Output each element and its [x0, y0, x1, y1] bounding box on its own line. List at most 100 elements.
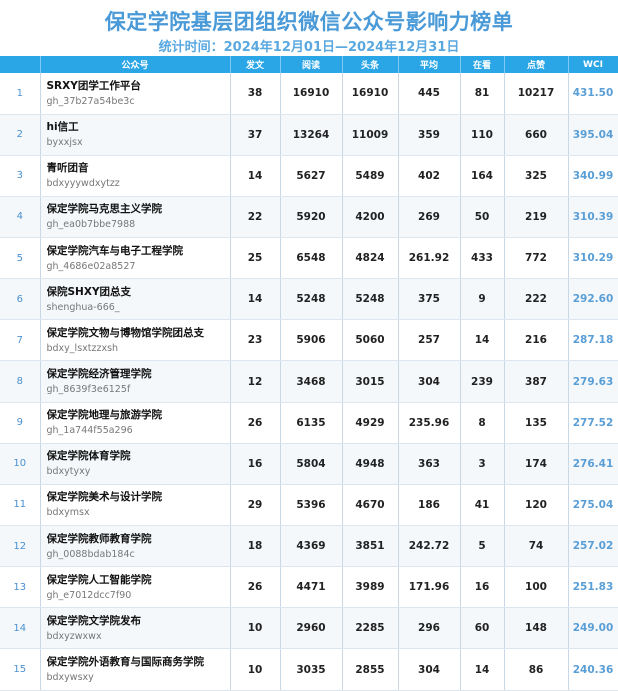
reads-cell: 6135 [280, 402, 343, 444]
account-id: gh_37b27a54be3c [46, 95, 135, 107]
average-cell: 257 [398, 319, 461, 362]
wci-cell: 310.29 [568, 237, 618, 280]
account-name: 青听团音 [46, 162, 89, 175]
rank-cell: 4 [0, 196, 41, 239]
header-reads: 阅读 [280, 56, 343, 73]
account-cell: 保院SHXY团总支 shenghua-666_ [40, 278, 231, 321]
headline-cell: 4670 [342, 484, 399, 527]
account-id: bdxytyxy [46, 466, 91, 478]
likes-cell: 387 [504, 360, 569, 403]
likes-cell: 120 [504, 484, 569, 527]
likes-cell: 219 [504, 196, 569, 239]
page-title: 保定学院基层团组织微信公众号影响力榜单 [104, 10, 514, 34]
watching-cell: 110 [460, 114, 505, 156]
average-cell: 445 [398, 73, 461, 115]
account-id: gh_0088bdab184c [46, 548, 135, 560]
wci-cell: 251.83 [568, 566, 618, 609]
header-posts: 发文 [230, 56, 281, 73]
likes-cell: 222 [504, 278, 569, 321]
likes-cell: 86 [504, 648, 569, 691]
account-name: SRXY团学工作平台 [46, 79, 141, 92]
reads-cell: 3035 [280, 648, 343, 691]
account-name: 保定学院体育学院 [46, 450, 131, 463]
reads-cell: 2960 [280, 607, 343, 650]
account-id: gh_1a744f55a296 [46, 425, 133, 437]
watching-cell: 164 [460, 155, 505, 197]
likes-cell: 325 [504, 155, 569, 197]
account-id: bdxyzwxwx [46, 630, 102, 642]
account-name: 保定学院人工智能学院 [46, 573, 152, 586]
rank-cell: 7 [0, 319, 41, 362]
headline-cell: 11009 [342, 114, 399, 156]
table-row: 4 保定学院马克思主义学院 gh_ea0b7bbe7988 22 5920 4200 269… [0, 196, 618, 239]
reads-cell: 5920 [280, 196, 343, 239]
watching-cell: 14 [460, 319, 505, 362]
wci-cell: 249.00 [568, 607, 618, 650]
average-cell: 304 [398, 648, 461, 691]
rank-cell: 10 [0, 443, 41, 485]
reads-cell: 4471 [280, 566, 343, 609]
average-cell: 242.72 [398, 525, 461, 568]
average-cell: 261.92 [398, 237, 461, 280]
wci-cell: 287.18 [568, 319, 618, 362]
reads-cell: 5627 [280, 155, 343, 197]
headline-cell: 2855 [342, 648, 399, 691]
table-row: 14 保定学院文学院发布 bdxyzwxwx 10 2960 2285 296 60 148 24… [0, 607, 618, 650]
wci-cell: 292.60 [568, 278, 618, 321]
posts-cell: 38 [230, 73, 281, 115]
rank-cell: 14 [0, 607, 41, 650]
posts-cell: 25 [230, 237, 281, 280]
posts-cell: 26 [230, 402, 281, 444]
wci-cell: 240.36 [568, 648, 618, 691]
table-row: 8 保定学院经济管理学院 gh_8639f3e6125f 12 3468 3015 304 2… [0, 360, 618, 403]
headline-cell: 3851 [342, 525, 399, 568]
reads-cell: 3468 [280, 360, 343, 403]
likes-cell: 660 [504, 114, 569, 156]
average-cell: 402 [398, 155, 461, 197]
reads-cell: 5248 [280, 278, 343, 321]
account-name: 保定学院美术与设计学院 [46, 491, 163, 504]
account-id: byxxjsx [46, 137, 83, 149]
account-cell: 保定学院美术与设计学院 bdxymsx [40, 484, 231, 527]
watching-cell: 239 [460, 360, 505, 403]
account-cell: 保定学院马克思主义学院 gh_ea0b7bbe7988 [40, 196, 231, 239]
watching-cell: 60 [460, 607, 505, 650]
account-id: bdxymsx [46, 507, 90, 519]
posts-cell: 29 [230, 484, 281, 527]
headline-cell: 16910 [342, 73, 399, 115]
table-row: 9 保定学院地理与旅游学院 gh_1a744f55a296 26 6135 4929 235… [0, 402, 618, 444]
header-watching: 在看 [460, 56, 505, 73]
account-id: bdxywsxy [46, 672, 94, 684]
wci-cell: 310.39 [568, 196, 618, 239]
table-row: 3 青听团音 bdxyyywdxytzz 14 5627 5489 402 164 325 340… [0, 155, 618, 197]
headline-cell: 2285 [342, 607, 399, 650]
posts-cell: 18 [230, 525, 281, 568]
account-cell: hi信工 byxxjsx [40, 114, 231, 156]
posts-cell: 10 [230, 607, 281, 650]
header-wci: WCI [568, 56, 618, 73]
average-cell: 363 [398, 443, 461, 485]
rank-cell: 13 [0, 566, 41, 609]
account-name: 保定学院汽车与电子工程学院 [46, 244, 184, 257]
account-cell: 保定学院汽车与电子工程学院 gh_4686e02a8527 [40, 237, 231, 280]
wci-cell: 275.04 [568, 484, 618, 527]
average-cell: 171.96 [398, 566, 461, 609]
headline-cell: 4200 [342, 196, 399, 239]
posts-cell: 23 [230, 319, 281, 362]
headline-cell: 5060 [342, 319, 399, 362]
wci-cell: 277.52 [568, 402, 618, 444]
account-id: bdxyyywdxytzz [46, 178, 120, 190]
posts-cell: 10 [230, 648, 281, 691]
likes-cell: 10217 [504, 73, 569, 115]
average-cell: 186 [398, 484, 461, 527]
header-headline: 头条 [342, 56, 399, 73]
account-name: 保定学院马克思主义学院 [46, 203, 163, 216]
rank-cell: 1 [0, 73, 41, 115]
account-cell: 保定学院人工智能学院 gh_e7012dcc7f90 [40, 566, 231, 609]
average-cell: 235.96 [398, 402, 461, 444]
average-cell: 269 [398, 196, 461, 239]
account-name: hi信工 [46, 121, 79, 134]
table-row: 2 hi信工 byxxjsx 37 13264 11009 359 110 660 395.04 [0, 114, 618, 156]
posts-cell: 14 [230, 278, 281, 321]
headline-cell: 5489 [342, 155, 399, 197]
